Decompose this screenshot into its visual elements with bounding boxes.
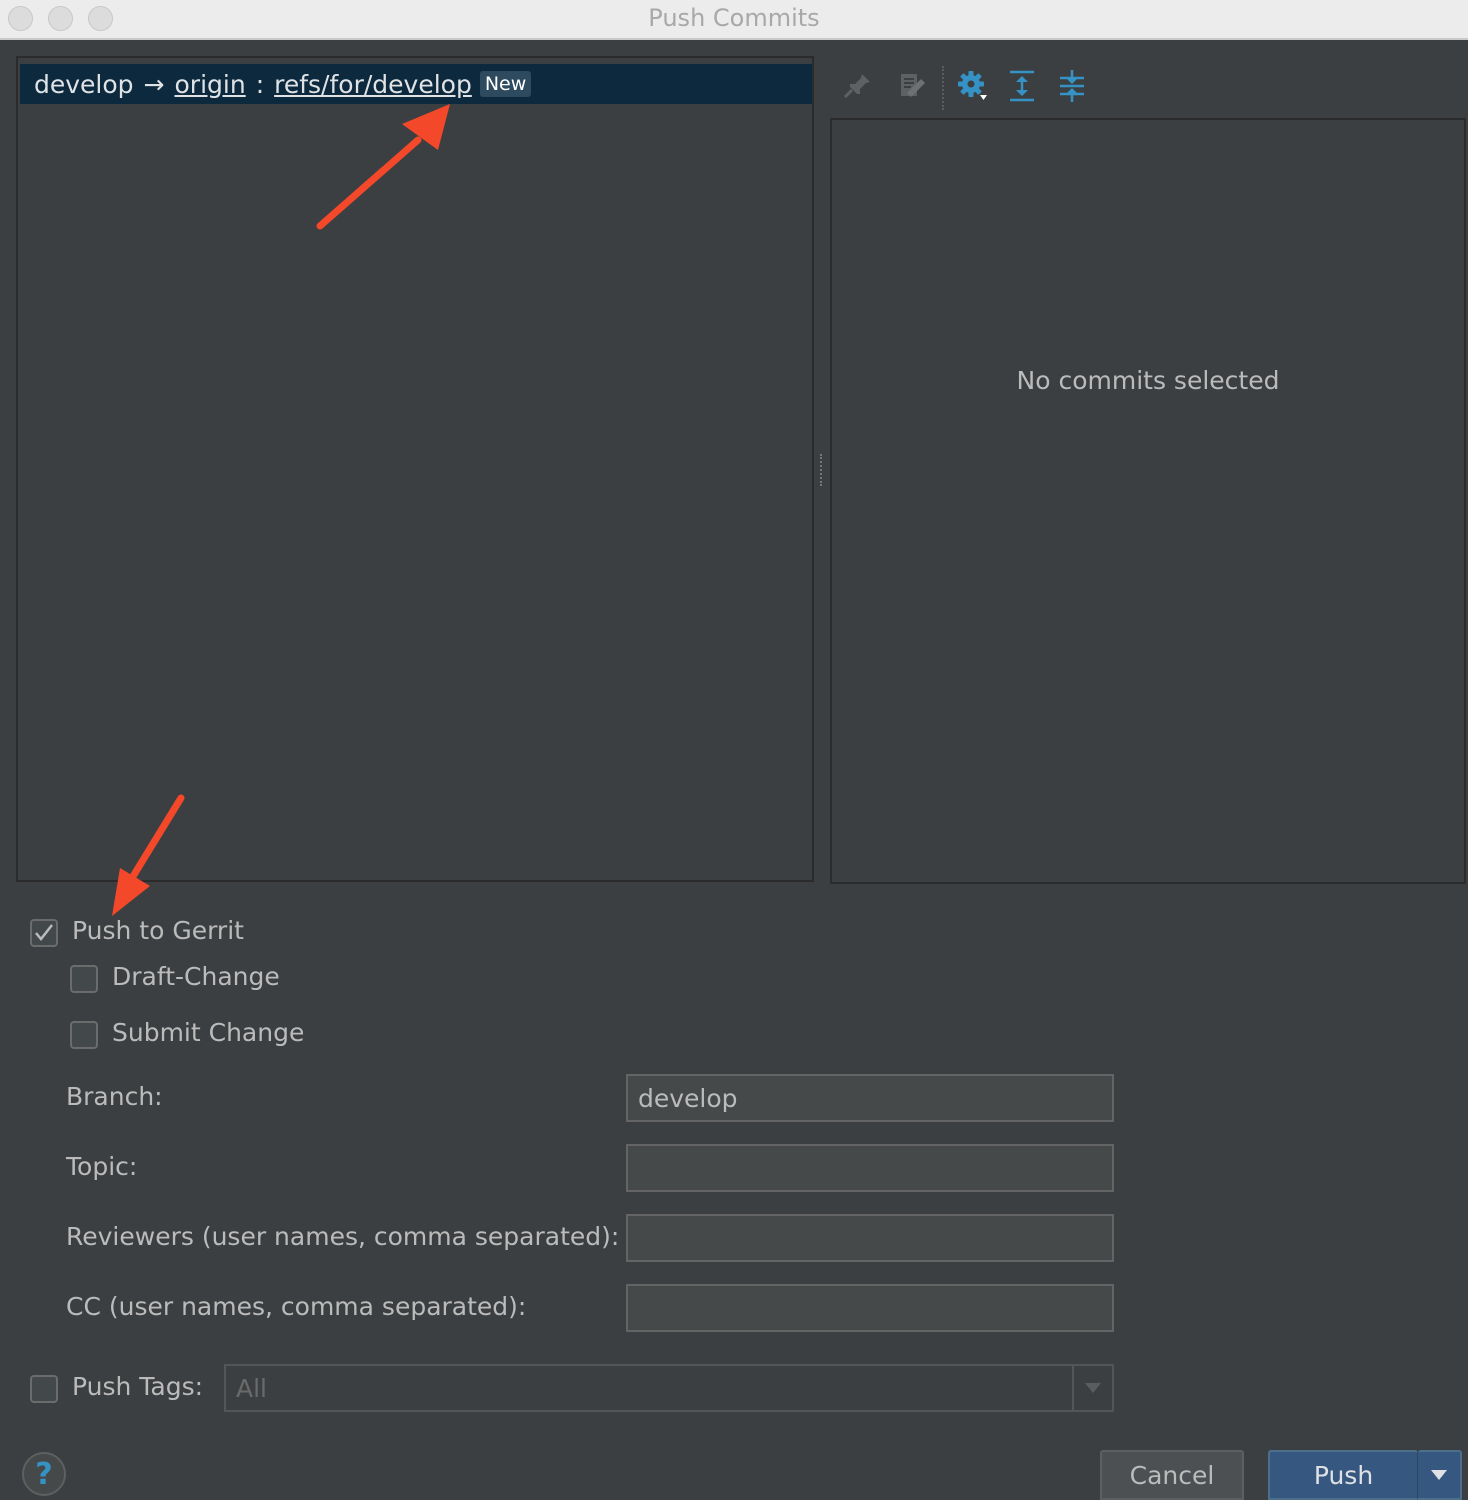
- push-tree-panel: develop → origin : refs/for/develop New: [16, 56, 814, 882]
- title-bar: Push Commits: [0, 0, 1468, 40]
- topic-label: Topic:: [66, 1152, 138, 1181]
- cc-label: CC (user names, comma separated):: [66, 1292, 527, 1321]
- draft-change-checkbox[interactable]: [70, 965, 98, 993]
- push-options-dropdown[interactable]: [1418, 1450, 1462, 1500]
- reviewers-input[interactable]: [626, 1214, 1114, 1262]
- remote-link[interactable]: origin: [175, 70, 246, 99]
- edit-icon[interactable]: [894, 68, 930, 104]
- submit-change-checkbox[interactable]: [70, 1021, 98, 1049]
- branch-label: Branch:: [66, 1082, 163, 1111]
- cc-input[interactable]: [626, 1284, 1114, 1332]
- push-branch-row[interactable]: develop → origin : refs/for/develop New: [20, 64, 812, 104]
- commit-details-panel: No commits selected: [830, 118, 1466, 884]
- push-tags-label: Push Tags:: [72, 1372, 204, 1401]
- draft-change-label: Draft-Change: [112, 962, 280, 991]
- collapse-all-icon[interactable]: [1054, 68, 1090, 104]
- help-button[interactable]: ?: [22, 1452, 66, 1496]
- arrow-right-icon: →: [143, 69, 165, 99]
- push-to-gerrit-label: Push to Gerrit: [72, 916, 244, 945]
- chevron-down-icon: [1085, 1383, 1101, 1393]
- chevron-down-icon: [1431, 1470, 1447, 1480]
- cancel-button[interactable]: Cancel: [1100, 1450, 1244, 1500]
- pin-icon[interactable]: [840, 68, 876, 104]
- topic-input[interactable]: [626, 1144, 1114, 1192]
- gear-icon[interactable]: [954, 68, 990, 104]
- target-ref-link[interactable]: refs/for/develop: [274, 70, 472, 99]
- checkmark-icon: [35, 924, 53, 941]
- details-toolbar: [832, 62, 1092, 112]
- empty-state-text: No commits selected: [1016, 366, 1280, 395]
- push-button[interactable]: Push: [1268, 1450, 1418, 1500]
- local-branch-label: develop: [34, 69, 134, 99]
- branch-input[interactable]: [626, 1074, 1114, 1122]
- toolbar-separator: [942, 66, 944, 110]
- panel-splitter-handle[interactable]: [820, 454, 826, 486]
- push-tags-checkbox[interactable]: [30, 1375, 58, 1403]
- window-title: Push Commits: [648, 4, 820, 32]
- new-badge: New: [479, 71, 532, 97]
- expand-all-icon[interactable]: [1004, 68, 1040, 104]
- push-to-gerrit-checkbox[interactable]: [30, 919, 58, 947]
- submit-change-label: Submit Change: [112, 1018, 305, 1047]
- help-icon: ?: [35, 1456, 53, 1492]
- dropdown-arrow[interactable]: [1072, 1366, 1112, 1410]
- push-tags-dropdown[interactable]: All: [224, 1364, 1114, 1412]
- reviewers-label: Reviewers (user names, comma separated):: [66, 1222, 620, 1251]
- remote-separator: :: [255, 69, 265, 99]
- push-tags-value: All: [236, 1373, 267, 1403]
